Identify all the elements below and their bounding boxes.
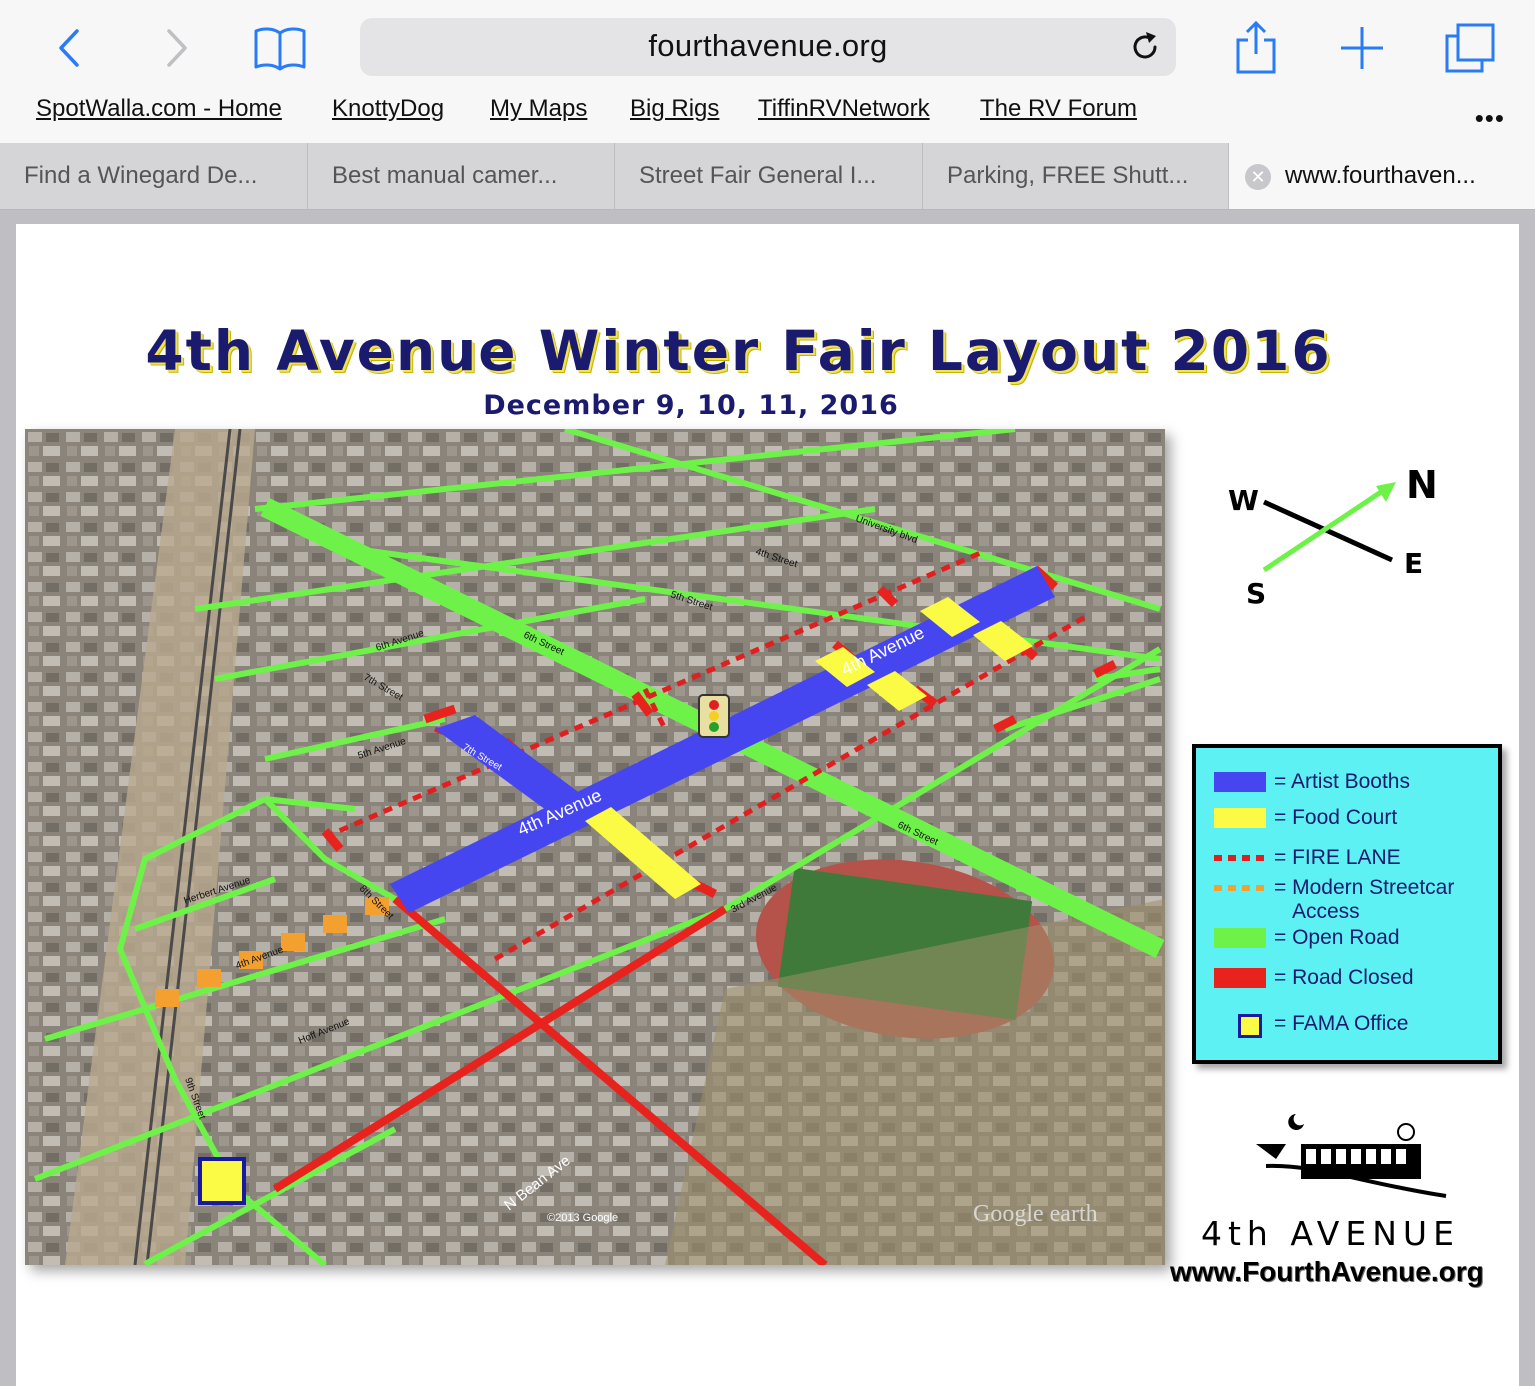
share-button[interactable] — [1228, 20, 1284, 74]
legend-swatch-dotted-red — [1214, 855, 1266, 861]
tabs-button[interactable] — [1442, 22, 1498, 74]
reload-icon[interactable] — [1128, 30, 1162, 64]
web-content[interactable]: 4th Avenue Winter Fair Layout 2016 Decem… — [0, 210, 1535, 1386]
streetcar-logo-icon — [1256, 1114, 1447, 1198]
tab-winegard[interactable]: Find a Winegard De... — [0, 143, 308, 209]
new-tab-button[interactable] — [1334, 22, 1390, 74]
close-tab-icon[interactable]: ✕ — [1245, 164, 1271, 190]
legend-swatch-yellow — [1214, 808, 1266, 828]
tab-parking[interactable]: Parking, FREE Shutt... — [923, 143, 1229, 209]
fair-map: University blvd 4th Street 5th Street 6t… — [25, 429, 1165, 1265]
forward-button[interactable] — [148, 22, 204, 74]
plus-icon — [1341, 27, 1383, 69]
bookmark-rv-forum[interactable]: The RV Forum — [980, 95, 1137, 123]
compass-north: N — [1406, 463, 1438, 507]
compass-east: E — [1404, 547, 1423, 580]
bookmark-tiffin[interactable]: TiffinRVNetwork — [758, 95, 930, 123]
fair-map-graphic: University blvd 4th Street 5th Street 6t… — [25, 429, 1165, 1265]
bookmarks-bar: SpotWalla.com - Home KnottyDog My Maps B… — [0, 95, 1535, 143]
flyer-dates: December 9, 10, 11, 2016 — [483, 390, 899, 421]
tab-street-fair[interactable]: Street Fair General I... — [615, 143, 923, 209]
tabs-icon — [1445, 23, 1495, 73]
flyer-title: 4th Avenue Winter Fair Layout 2016 — [145, 319, 1332, 383]
compass-rose: W N E S — [1216, 460, 1456, 610]
traffic-light-icon — [698, 694, 730, 738]
address-bar[interactable]: fourthavenue.org — [360, 18, 1176, 76]
chevron-right-icon — [167, 29, 187, 67]
legend-swatch-green — [1214, 928, 1266, 948]
tab-fourthavenue[interactable]: ✕ www.fourthaven... — [1229, 143, 1535, 209]
fama-office-marker — [198, 1157, 246, 1205]
brand-url: www.FourthAvenue.org — [1170, 1256, 1484, 1287]
address-text: fourthavenue.org — [648, 28, 888, 63]
chevron-left-icon — [59, 29, 79, 67]
more-bookmarks-button[interactable]: ••• — [1475, 103, 1505, 134]
browser-toolbar: fourthavenue.org — [0, 0, 1535, 95]
tab-bar: Find a Winegard De... Best manual camer.… — [0, 143, 1535, 210]
compass-west: W — [1228, 484, 1259, 517]
brand-name: 4th AVENUE — [1201, 1214, 1460, 1253]
compass-south: S — [1246, 577, 1266, 610]
bookmark-big-rigs[interactable]: Big Rigs — [630, 95, 719, 123]
tab-manual-camera[interactable]: Best manual camer... — [308, 143, 615, 209]
book-icon — [254, 27, 306, 71]
legend-swatch-blue — [1214, 772, 1266, 792]
compass-graphic: W N E S — [1228, 463, 1438, 610]
share-icon — [1236, 20, 1276, 74]
fourth-avenue-logo: 4th AVENUE www.FourthAvenue.org — [1166, 1104, 1516, 1287]
google-earth-watermark: Google earth — [973, 1201, 1098, 1227]
legend-swatch-fama — [1238, 1014, 1262, 1038]
back-button[interactable] — [42, 22, 98, 74]
flyer-image: 4th Avenue Winter Fair Layout 2016 Decem… — [16, 224, 1519, 1386]
legend-swatch-red — [1214, 968, 1266, 988]
bookmark-spotwalla[interactable]: SpotWalla.com - Home — [36, 95, 282, 123]
map-legend: = Artist Booths = Food Court = FIRE LANE… — [1192, 744, 1502, 1064]
tab-fourthavenue-label: www.fourthaven... — [1285, 162, 1476, 189]
bookmarks-button[interactable] — [252, 22, 308, 74]
bookmark-my-maps[interactable]: My Maps — [490, 95, 587, 123]
bookmark-knottydog[interactable]: KnottyDog — [332, 95, 444, 123]
legend-swatch-dotted-orange — [1214, 885, 1266, 891]
map-copyright: ©2013 Google — [547, 1212, 618, 1224]
